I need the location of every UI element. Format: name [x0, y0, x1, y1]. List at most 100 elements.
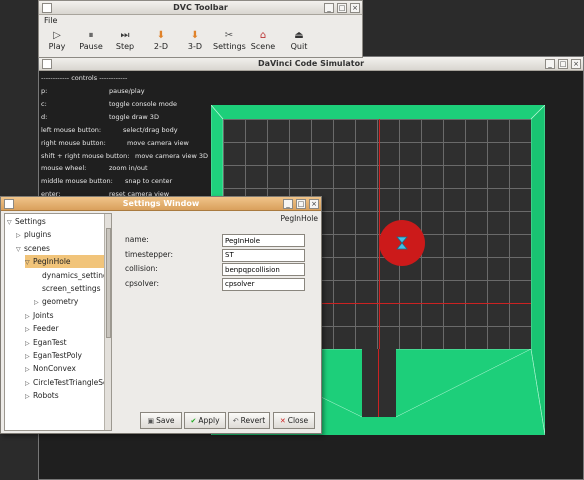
peg-body — [396, 236, 408, 250]
close-icon[interactable]: × — [309, 199, 319, 209]
control-action: move camera view — [127, 138, 189, 147]
collapsed-arrow-icon[interactable]: ▷ — [25, 363, 33, 376]
tree-item-label: Joints — [33, 310, 54, 320]
toolbar-title: DVC Toolbar — [173, 3, 228, 12]
property-row: name: — [125, 234, 315, 247]
collapsed-arrow-icon[interactable]: ▷ — [25, 310, 33, 323]
revert-icon: ↶ — [232, 417, 239, 425]
expanded-arrow-icon[interactable]: ▽ — [16, 243, 24, 256]
save-button[interactable]: ▣ Save — [140, 412, 182, 429]
properties-panel: PegInHole name: timestepper: collision: cps… — [115, 213, 318, 403]
tree-item-egantest[interactable]: ▷ EganTest — [25, 336, 105, 349]
control-action: toggle console mode — [109, 99, 177, 108]
settings-button[interactable]: ✂ Settings — [213, 29, 246, 55]
tree-item-settings[interactable]: ▽ Settings — [7, 215, 105, 228]
property-name-field[interactable] — [222, 234, 305, 247]
button-label: Apply — [198, 416, 220, 425]
pause-button[interactable]: ⏸ Pause — [75, 29, 107, 55]
quit-button[interactable]: ⏏ Quit — [283, 29, 315, 55]
button-label: Save — [156, 416, 175, 425]
toolbar-button-label: Scene — [250, 42, 276, 51]
2d-view-icon: ⬇ — [156, 30, 166, 41]
3d-view-icon: ⬇ — [190, 30, 200, 41]
collapsed-arrow-icon[interactable]: ▷ — [25, 323, 33, 336]
property-cpsolver-field[interactable] — [222, 277, 305, 291]
save-icon: ▣ — [147, 417, 155, 425]
tree-item-label: NonConvex — [33, 364, 76, 374]
console-control-row: shift + right mouse button: move camera v… — [41, 151, 208, 162]
control-key: shift + right mouse button: — [41, 151, 130, 160]
revert-button[interactable]: ↶ Revert — [228, 412, 270, 429]
scene-icon: ⌂ — [259, 30, 267, 41]
tree-item-label: CircleTestTriangleSc — [33, 377, 108, 387]
tree-scrollbar-thumb[interactable] — [106, 228, 111, 338]
property-row: collision: — [125, 263, 315, 276]
tree-item-scenes[interactable]: ▽ scenes — [16, 242, 105, 255]
close-icon: ✕ — [279, 417, 286, 425]
control-key: mouse wheel: — [41, 164, 87, 173]
collapsed-arrow-icon[interactable]: ▷ — [25, 350, 33, 363]
menu-file[interactable]: File — [44, 16, 57, 25]
tree-item-circletesttrianglesc[interactable]: ▷ CircleTestTriangleSc — [25, 376, 108, 390]
2-d-button[interactable]: ⬇ 2-D — [145, 29, 177, 55]
maximize-icon[interactable]: □ — [558, 59, 568, 69]
console-control-row: left mouse button: select/drag body — [41, 125, 178, 136]
minimize-icon[interactable]: _ — [283, 199, 293, 209]
tree-item-robots[interactable]: ▷ Robots — [25, 389, 105, 402]
control-action: select/drag body — [123, 125, 178, 134]
tree-item-joints[interactable]: ▷ Joints — [25, 309, 105, 322]
scene-button[interactable]: ⌂ Scene — [247, 29, 279, 55]
menubar: File — [39, 15, 362, 27]
toolbar-button-label: Step — [115, 42, 135, 51]
3-d-button[interactable]: ⬇ 3-D — [179, 29, 211, 55]
step-button[interactable]: ⏭ Step — [109, 29, 141, 55]
settings-tree[interactable]: ▽ Settings ▷ plugins ▽ scenes ▽ PegInHole dynami… — [4, 213, 112, 431]
console-control-row: middle mouse button: snap to center — [41, 176, 172, 187]
property-collision-field[interactable] — [222, 263, 305, 276]
maximize-icon[interactable]: □ — [337, 3, 347, 13]
expanded-arrow-icon[interactable]: ▽ — [7, 216, 15, 229]
property-row: cpsolver: — [125, 277, 315, 291]
tree-item-screen-settings[interactable]: screen_settings — [34, 282, 105, 295]
toolbar-titlebar[interactable]: DVC Toolbar _ □ × — [39, 1, 362, 15]
maximize-icon[interactable]: □ — [296, 199, 306, 209]
panel-header: PegInHole — [280, 214, 318, 223]
property-label: cpsolver: — [125, 278, 159, 288]
tree-item-nonconvex[interactable]: ▷ NonConvex — [25, 362, 105, 375]
collapsed-arrow-icon[interactable]: ▷ — [25, 337, 33, 350]
close-icon[interactable]: × — [350, 3, 360, 13]
console-control-row: mouse wheel: zoom in/out — [41, 163, 148, 174]
control-action: move camera view 3D — [135, 151, 209, 160]
close-button[interactable]: ✕ Close — [273, 412, 315, 429]
control-key: middle mouse button: — [41, 177, 113, 186]
expanded-arrow-icon[interactable]: ▽ — [25, 256, 33, 269]
tree-scrollbar[interactable] — [104, 214, 111, 430]
play-button[interactable]: ▷ Play — [41, 29, 73, 55]
tree-item-peginhole[interactable]: ▽ PegInHole — [25, 255, 105, 269]
console-control-row: d: toggle draw 3D — [41, 112, 159, 123]
settings-title: Settings Window — [122, 199, 200, 208]
property-timestepper-field[interactable] — [222, 248, 305, 262]
button-label: Revert — [240, 416, 266, 425]
tree-item-label: plugins — [24, 230, 52, 240]
close-icon[interactable]: × — [571, 59, 581, 69]
minimize-icon[interactable]: _ — [545, 59, 555, 69]
tree-item-feeder[interactable]: ▷ Feeder — [25, 322, 105, 335]
tree-item-dynamics-settings[interactable]: dynamics_settings — [34, 269, 111, 282]
tree-item-egantestpoly[interactable]: ▷ EganTestPoly — [25, 349, 105, 362]
settings-titlebar[interactable]: Settings Window _ □ × — [1, 197, 321, 211]
collapsed-arrow-icon[interactable]: ▷ — [25, 390, 33, 403]
collapsed-arrow-icon[interactable]: ▷ — [34, 296, 42, 309]
tree-item-geometry[interactable]: ▷ geometry — [34, 295, 105, 308]
button-label: Close — [287, 416, 309, 425]
simulator-titlebar[interactable]: DaVinci Code Simulator _ □ × — [39, 57, 583, 71]
collapsed-arrow-icon[interactable]: ▷ — [16, 229, 24, 242]
tree-item-label: scenes — [24, 243, 50, 253]
apply-button[interactable]: ✔ Apply — [184, 412, 226, 429]
peg-ball[interactable] — [379, 220, 425, 266]
minimize-icon[interactable]: _ — [324, 3, 334, 13]
property-label: name: — [125, 235, 149, 244]
tree-item-plugins[interactable]: ▷ plugins — [16, 228, 105, 241]
collapsed-arrow-icon[interactable]: ▷ — [25, 377, 33, 390]
tree-item-label: Robots — [33, 391, 59, 401]
